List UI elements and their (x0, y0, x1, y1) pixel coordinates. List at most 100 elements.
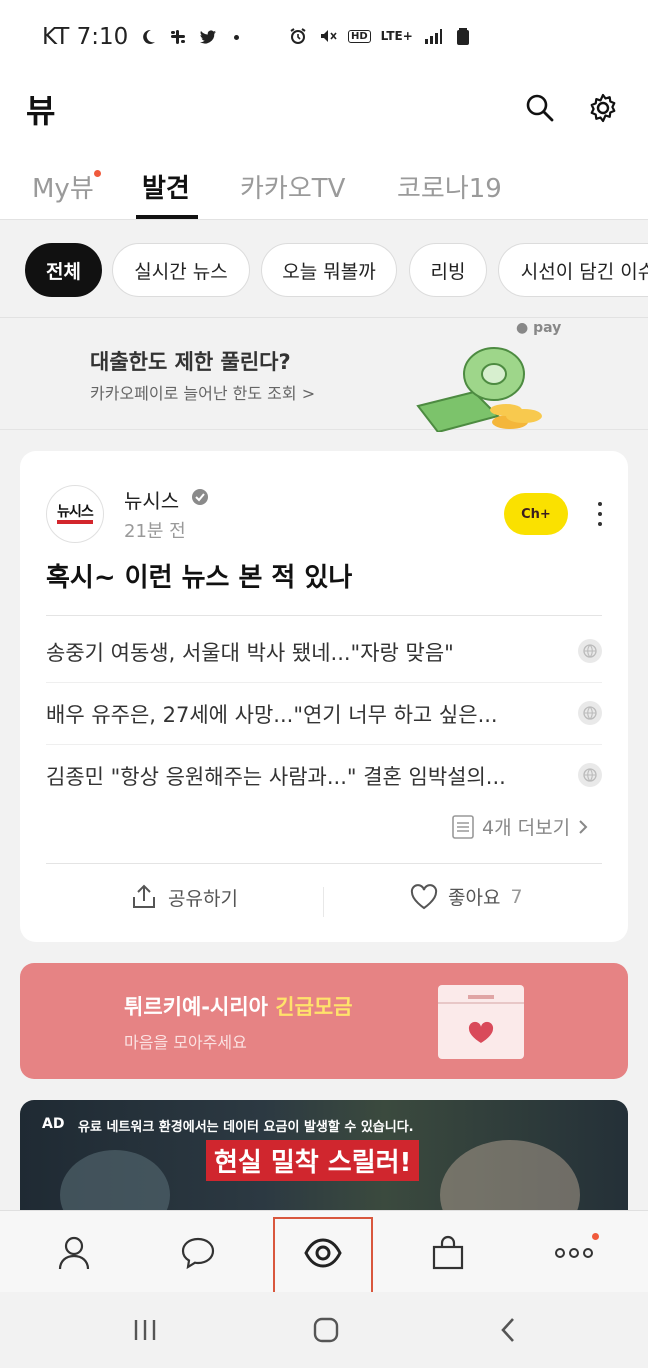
tab-bar: My뷰 발견 카카오TV 코로나19 (0, 148, 648, 220)
app-header: 뷰 (0, 76, 648, 148)
chevron-right-icon (579, 819, 588, 834)
source-logo[interactable]: 뉴시스 (46, 485, 104, 543)
twitter-icon (200, 30, 217, 44)
back-button[interactable] (488, 1314, 528, 1346)
donation-subtitle: 마음을 모아주세요 (124, 1033, 247, 1052)
divider (46, 863, 602, 864)
pay-badge: ● pay (516, 320, 562, 336)
card-title[interactable]: 혹시~ 이런 뉴스 본 적 있나 (46, 557, 352, 594)
carrier-time: KT 7:10 (42, 24, 129, 50)
home-icon (313, 1317, 339, 1343)
tab-corona19[interactable]: 코로나19 (397, 168, 502, 205)
nav-friends[interactable] (50, 1231, 98, 1275)
view-eye-icon (304, 1238, 342, 1268)
notification-dot (592, 1233, 599, 1240)
page-title: 뷰 (26, 92, 56, 130)
nav-more[interactable] (550, 1231, 598, 1275)
signal-icon (424, 29, 442, 44)
donation-title: 튀르키예-시리아 긴급모금 (124, 991, 353, 1021)
verified-icon (192, 489, 208, 505)
source-name[interactable]: 뉴시스 (124, 485, 179, 514)
chip-issues[interactable]: 시선이 담긴 이슈 (498, 243, 648, 297)
active-tab-indicator (136, 215, 198, 219)
status-right: HD LTE+ (288, 26, 473, 46)
chip-all[interactable]: 전체 (25, 243, 102, 297)
recent-apps-icon (134, 1320, 156, 1340)
ad-banner-title: 대출한도 제한 풀린다? (90, 350, 291, 374)
recent-apps-button[interactable] (125, 1314, 165, 1346)
list-icon (452, 814, 474, 839)
globe-icon (578, 763, 602, 787)
settings-button[interactable] (583, 88, 623, 128)
more-news-link[interactable]: 4개 더보기 (452, 813, 588, 840)
money-illustration (416, 347, 542, 432)
more-news-label: 4개 더보기 (482, 817, 571, 839)
promo-headline: 현실 밀착 스릴러! (206, 1140, 420, 1181)
home-button[interactable] (306, 1314, 346, 1346)
shopping-bag-icon (432, 1235, 464, 1270)
gear-icon (590, 93, 616, 123)
heart-icon (410, 883, 438, 909)
news-card: 뉴시스 뉴시스 21분 전 Ch+ 혹시~ 이런 뉴스 본 적 있나 송중기 여… (20, 451, 628, 942)
search-icon (526, 94, 554, 122)
search-button[interactable] (520, 88, 560, 128)
globe-icon (578, 639, 602, 663)
chip-living[interactable]: 리빙 (409, 243, 487, 297)
source-logo-text: 뉴시스 (57, 504, 94, 524)
nav-view[interactable] (299, 1231, 347, 1275)
tab-my-view[interactable]: My뷰 (32, 168, 94, 205)
donation-banner[interactable]: 튀르키예-시리아 긴급모금 마음을 모아주세요 (20, 963, 628, 1079)
data-charge-notice: 유료 네트워크 환경에서는 데이터 요금이 발생할 수 있습니다. (78, 1120, 414, 1135)
post-time: 21분 전 (124, 521, 186, 542)
battery-icon (456, 28, 469, 45)
mute-icon (321, 30, 337, 42)
hd-icon: HD (348, 29, 371, 43)
channel-add-button[interactable]: Ch+ (504, 493, 568, 535)
globe-icon (578, 701, 602, 725)
news-list-item[interactable]: 송중기 여동생, 서울대 박사 됐네..."자랑 맞음" (46, 621, 602, 683)
pay-badge-label: pay (533, 320, 562, 336)
news-headline: 배우 유주은, 27세에 사망..."연기 너무 하고 싶은... (46, 703, 498, 727)
more-horizontal-icon (555, 1248, 593, 1258)
like-button[interactable]: 좋아요 7 (410, 883, 523, 910)
news-headline: 송중기 여동생, 서울대 박사 됐네..."자랑 맞음" (46, 641, 454, 665)
chip-what-to-watch[interactable]: 오늘 뭐볼까 (261, 243, 397, 297)
back-chevron-icon (501, 1318, 514, 1342)
status-bar: KT 7:10 HD LTE+ (0, 0, 648, 76)
category-chips: 전체 실시간 뉴스 오늘 뭐볼까 리빙 시선이 담긴 이슈 (0, 220, 648, 318)
notification-dot (94, 170, 101, 177)
ad-label: AD (42, 1116, 65, 1132)
slack-icon (171, 30, 186, 44)
like-count: 7 (510, 885, 523, 908)
tab-kakao-tv[interactable]: 카카오TV (240, 168, 345, 205)
channel-add-label: Ch+ (521, 506, 551, 522)
tab-discover[interactable]: 발견 (142, 168, 190, 205)
card-more-button[interactable] (590, 499, 610, 529)
network-type: LTE+ (380, 29, 413, 43)
chip-realtime-news[interactable]: 실시간 뉴스 (112, 243, 250, 297)
chat-bubble-icon (181, 1237, 215, 1270)
share-label: 공유하기 (168, 887, 238, 910)
share-icon (133, 884, 155, 908)
moon-icon (143, 29, 156, 44)
ad-banner[interactable]: 대출한도 제한 풀린다? 카카오페이로 늘어난 한도 조회 > ● pay (0, 318, 648, 432)
alarm-icon (290, 28, 306, 44)
promo-image (440, 1140, 580, 1210)
divider (323, 887, 324, 917)
nav-chats[interactable] (174, 1231, 222, 1275)
like-label: 좋아요 (448, 887, 501, 909)
person-icon (58, 1236, 90, 1270)
promo-image (60, 1150, 170, 1210)
status-left: KT 7:10 (42, 24, 240, 50)
donation-title-highlight: 긴급모금 (275, 995, 353, 1019)
system-nav-bar (0, 1292, 648, 1368)
ad-banner-subtitle: 카카오페이로 늘어난 한도 조회 > (90, 384, 316, 403)
status-dot (234, 34, 240, 40)
news-list-item[interactable]: 배우 유주은, 27세에 사망..."연기 너무 하고 싶은... (46, 683, 602, 745)
promo-ad[interactable]: AD 유료 네트워크 환경에서는 데이터 요금이 발생할 수 있습니다. 현실 … (20, 1100, 628, 1210)
bottom-nav (0, 1210, 648, 1301)
nav-shopping[interactable] (424, 1231, 472, 1275)
news-list-item[interactable]: 김종민 "항상 응원해주는 사람과..." 결혼 임박설의... (46, 745, 602, 807)
donation-title-main: 튀르키예-시리아 (124, 995, 268, 1019)
share-button[interactable]: 공유하기 (130, 883, 238, 911)
